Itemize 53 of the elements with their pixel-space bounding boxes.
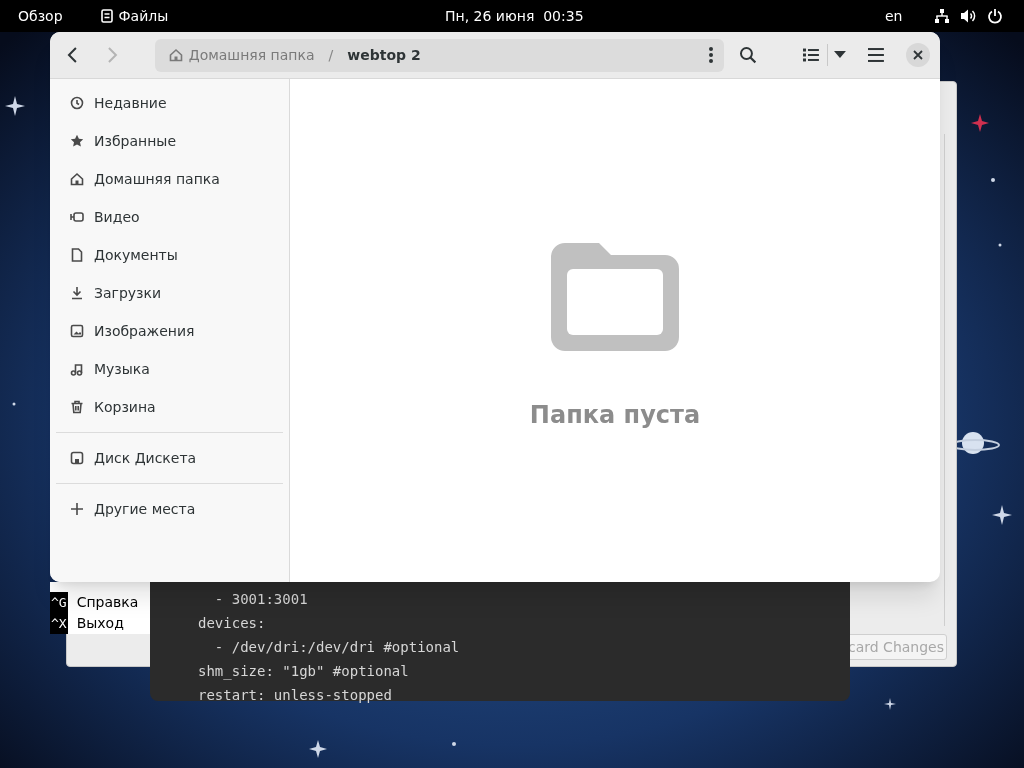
star-icon bbox=[992, 505, 1012, 525]
document-icon bbox=[70, 248, 84, 262]
empty-folder-message: Папка пуста bbox=[529, 400, 701, 431]
trash-icon bbox=[70, 400, 84, 414]
star-icon bbox=[5, 96, 25, 116]
sidebar-item[interactable]: Загрузки bbox=[94, 282, 162, 304]
search-icon[interactable] bbox=[738, 46, 757, 64]
image-icon bbox=[70, 324, 84, 338]
volume-icon[interactable] bbox=[960, 8, 977, 24]
sidebar-item[interactable]: Домашняя папка bbox=[94, 168, 220, 190]
list-view-icon[interactable] bbox=[803, 48, 820, 62]
home-icon bbox=[70, 172, 84, 186]
clock-icon bbox=[70, 96, 84, 110]
star-icon bbox=[971, 114, 989, 132]
network-icon[interactable] bbox=[934, 8, 950, 24]
power-icon[interactable] bbox=[987, 8, 1003, 24]
close-icon bbox=[913, 50, 924, 60]
sidebar-item[interactable]: Изображения bbox=[94, 320, 195, 342]
sidebar-item[interactable]: Избранные bbox=[94, 130, 176, 152]
sidebar-item[interactable]: Диск Дискета bbox=[94, 447, 197, 469]
download-icon bbox=[70, 286, 84, 300]
path-segment[interactable]: webtop 2 bbox=[347, 44, 421, 66]
menu-icon[interactable] bbox=[868, 48, 885, 62]
file-cabinet-icon[interactable] bbox=[100, 9, 113, 23]
shortcut-label: Выход bbox=[76, 614, 124, 633]
star-icon bbox=[309, 740, 327, 758]
close-button[interactable] bbox=[906, 43, 930, 67]
sidebar-item[interactable]: Корзина bbox=[94, 396, 156, 418]
shortcut-key: ^X bbox=[50, 613, 68, 634]
code-line: devices: bbox=[198, 614, 267, 633]
plus-icon bbox=[70, 502, 84, 516]
app-menu[interactable]: Файлы bbox=[118, 5, 169, 27]
shortcut-label: Справка bbox=[76, 593, 139, 612]
music-note-icon bbox=[70, 362, 84, 376]
sidebar-item[interactable]: Недавние bbox=[94, 92, 167, 114]
keyboard-layout-indicator[interactable]: en bbox=[885, 5, 903, 27]
star-icon bbox=[70, 134, 84, 148]
caret-icon[interactable] bbox=[834, 51, 847, 59]
code-line: shm_size: "1gb" #optional bbox=[198, 662, 410, 682]
sidebar-item[interactable]: Другие места bbox=[94, 498, 196, 520]
overview-button[interactable]: Обзор bbox=[18, 5, 63, 27]
code-line: - /dev/dri:/dev/dri #optional bbox=[213, 638, 461, 657]
star-icon bbox=[884, 698, 896, 710]
sidebar-item[interactable]: Музыка bbox=[94, 358, 150, 380]
home-icon bbox=[168, 48, 183, 62]
sidebar-item[interactable]: Документы bbox=[94, 244, 178, 266]
sidebar-item[interactable]: Видео bbox=[94, 206, 140, 228]
shortcut-key: ^G bbox=[50, 592, 68, 613]
code-line: - 3001:3001 bbox=[213, 590, 309, 609]
code-line: restart: unless-stopped bbox=[198, 686, 393, 705]
clock[interactable]: Пн, 26 июня 00:35 bbox=[445, 5, 584, 27]
video-camera-icon bbox=[70, 210, 84, 224]
path-separator: / bbox=[328, 45, 334, 65]
